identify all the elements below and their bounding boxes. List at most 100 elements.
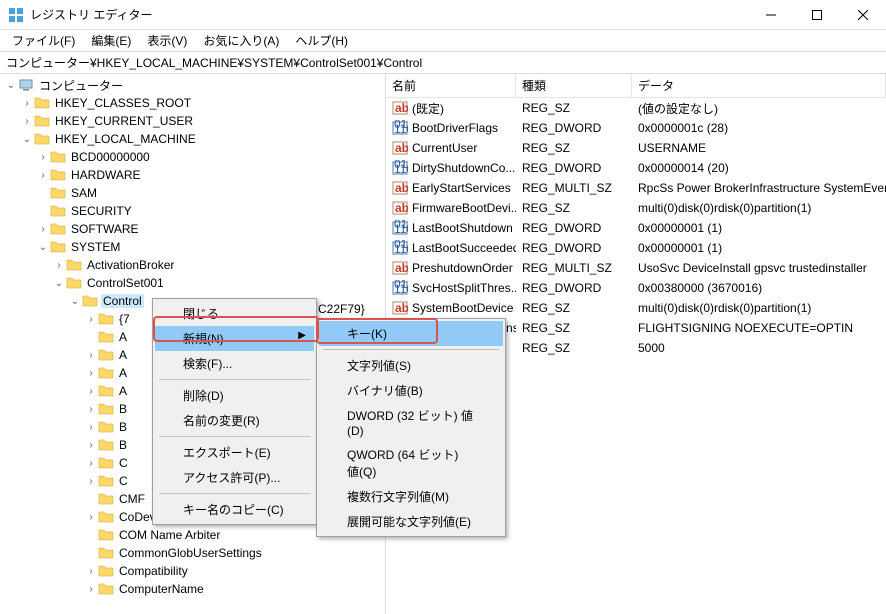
maximize-button[interactable] bbox=[794, 0, 840, 30]
ctx-item-close[interactable]: 閉じる bbox=[155, 301, 314, 326]
string-value-icon: ab bbox=[392, 100, 408, 116]
value-row[interactable]: abSystemBootDeviceREG_SZmulti(0)disk(0)r… bbox=[386, 298, 886, 318]
collapse-icon[interactable]: ⌄ bbox=[4, 80, 18, 91]
value-type: REG_SZ bbox=[516, 341, 632, 355]
collapse-icon[interactable]: ⌄ bbox=[20, 134, 34, 145]
tree-item-label: コンピューター bbox=[37, 77, 125, 94]
expand-icon[interactable]: › bbox=[84, 368, 98, 379]
tree-item[interactable]: ⌄ コンピューター bbox=[0, 76, 385, 94]
ctx-item-delete[interactable]: 削除(D) bbox=[155, 383, 314, 408]
expand-icon[interactable]: › bbox=[84, 458, 98, 469]
ctx-item-new-string[interactable]: 文字列値(S) bbox=[319, 353, 503, 378]
address-bar[interactable]: コンピューター¥HKEY_LOCAL_MACHINE¥SYSTEM¥Contro… bbox=[0, 52, 886, 74]
close-button[interactable] bbox=[840, 0, 886, 30]
expand-icon[interactable]: › bbox=[36, 170, 50, 181]
expand-icon[interactable]: › bbox=[84, 404, 98, 415]
ctx-item-export[interactable]: エクスポート(E) bbox=[155, 440, 314, 465]
tree-item-label: C bbox=[117, 474, 130, 488]
tree-item[interactable]: ›BCD00000000 bbox=[0, 148, 385, 166]
ctx-item-new-dword[interactable]: DWORD (32 ビット) 値(D) bbox=[319, 403, 503, 442]
collapse-icon[interactable]: ⌄ bbox=[36, 242, 50, 253]
svg-text:110: 110 bbox=[394, 222, 408, 236]
ctx-item-new-binary[interactable]: バイナリ値(B) bbox=[319, 378, 503, 403]
tree-item-label: C bbox=[117, 456, 130, 470]
folder-icon bbox=[50, 221, 66, 237]
expand-icon[interactable]: › bbox=[84, 584, 98, 595]
value-type: REG_SZ bbox=[516, 301, 632, 315]
folder-icon bbox=[98, 383, 114, 399]
binary-value-icon: 011110 bbox=[392, 280, 408, 296]
tree-item[interactable]: ›HKEY_CLASSES_ROOT bbox=[0, 94, 385, 112]
expand-icon[interactable]: › bbox=[36, 224, 50, 235]
value-row[interactable]: ab(既定)REG_SZ(値の設定なし) bbox=[386, 98, 886, 118]
menu-favorites[interactable]: お気に入り(A) bbox=[195, 30, 287, 51]
expand-icon[interactable]: › bbox=[84, 422, 98, 433]
separator bbox=[159, 493, 310, 494]
ctx-item-copy-key-name[interactable]: キー名のコピー(C) bbox=[155, 497, 314, 522]
expand-icon[interactable]: › bbox=[52, 260, 66, 271]
context-menu: 閉じる 新規(N) ▶ 検索(F)... 削除(D) 名前の変更(R) エクスポ… bbox=[152, 298, 317, 525]
column-type[interactable]: 種類 bbox=[516, 74, 632, 97]
value-type: REG_SZ bbox=[516, 321, 632, 335]
column-name[interactable]: 名前 bbox=[386, 74, 516, 97]
folder-icon bbox=[98, 347, 114, 363]
expand-icon[interactable]: › bbox=[84, 512, 98, 523]
menu-help[interactable]: ヘルプ(H) bbox=[287, 30, 356, 51]
value-row[interactable]: 011110SvcHostSplitThres...REG_DWORD0x003… bbox=[386, 278, 886, 298]
tree-item[interactable]: ›Compatibility bbox=[0, 562, 385, 580]
expand-icon[interactable]: › bbox=[84, 386, 98, 397]
expand-icon[interactable]: › bbox=[84, 440, 98, 451]
ctx-item-new-key[interactable]: キー(K) bbox=[319, 321, 503, 346]
tree-item[interactable]: ›SOFTWARE bbox=[0, 220, 385, 238]
collapse-icon[interactable]: ⌄ bbox=[52, 278, 66, 289]
collapse-icon[interactable]: ⌄ bbox=[68, 296, 82, 307]
ctx-item-new-expand[interactable]: 展開可能な文字列値(E) bbox=[319, 509, 503, 534]
expand-icon[interactable]: › bbox=[20, 116, 34, 127]
menubar: ファイル(F) 編集(E) 表示(V) お気に入り(A) ヘルプ(H) bbox=[0, 30, 886, 52]
separator bbox=[159, 379, 310, 380]
value-name: EarlyStartServices bbox=[412, 181, 511, 195]
value-row[interactable]: abCurrentUserREG_SZUSERNAME bbox=[386, 138, 886, 158]
expand-icon[interactable]: › bbox=[36, 152, 50, 163]
tree-item[interactable]: ⌄HKEY_LOCAL_MACHINE bbox=[0, 130, 385, 148]
expand-icon[interactable]: › bbox=[84, 566, 98, 577]
expand-icon[interactable]: › bbox=[20, 98, 34, 109]
menu-view[interactable]: 表示(V) bbox=[139, 30, 195, 51]
svg-text:ab: ab bbox=[395, 141, 408, 155]
ctx-item-new-qword[interactable]: QWORD (64 ビット) 値(Q) bbox=[319, 442, 503, 484]
tree-item[interactable]: SAM bbox=[0, 184, 385, 202]
ctx-item-find[interactable]: 検索(F)... bbox=[155, 351, 314, 376]
value-row[interactable]: 011110LastBootShutdownREG_DWORD0x0000000… bbox=[386, 218, 886, 238]
tree-item-label: B bbox=[117, 438, 129, 452]
value-row[interactable]: 011110DirtyShutdownCo...REG_DWORD0x00000… bbox=[386, 158, 886, 178]
folder-icon bbox=[34, 95, 50, 111]
svg-text:ab: ab bbox=[395, 101, 408, 115]
tree-item[interactable]: ›ComputerName bbox=[0, 580, 385, 598]
tree-item[interactable]: SECURITY bbox=[0, 202, 385, 220]
ctx-item-permissions[interactable]: アクセス許可(P)... bbox=[155, 465, 314, 490]
expand-icon[interactable]: › bbox=[84, 314, 98, 325]
ctx-item-new[interactable]: 新規(N) ▶ bbox=[155, 326, 314, 351]
value-row[interactable]: abFirmwareBootDevi...REG_SZmulti(0)disk(… bbox=[386, 198, 886, 218]
value-row[interactable]: abEarlyStartServicesREG_MULTI_SZRpcSs Po… bbox=[386, 178, 886, 198]
expand-icon[interactable]: › bbox=[84, 350, 98, 361]
tree-item[interactable]: ⌄SYSTEM bbox=[0, 238, 385, 256]
menu-edit[interactable]: 編集(E) bbox=[83, 30, 139, 51]
tree-item[interactable]: ›HKEY_CURRENT_USER bbox=[0, 112, 385, 130]
tree-item[interactable]: CommonGlobUserSettings bbox=[0, 544, 385, 562]
minimize-button[interactable] bbox=[748, 0, 794, 30]
folder-icon bbox=[98, 329, 114, 345]
value-row[interactable]: 011110LastBootSucceededREG_DWORD0x000000… bbox=[386, 238, 886, 258]
tree-item-label: ControlSet001 bbox=[85, 276, 166, 290]
ctx-item-new-multi[interactable]: 複数行文字列値(M) bbox=[319, 484, 503, 509]
tree-item[interactable]: ⌄ ControlSet001 bbox=[0, 274, 385, 292]
column-data[interactable]: データ bbox=[632, 74, 886, 97]
expand-icon[interactable]: › bbox=[84, 476, 98, 487]
ctx-item-rename[interactable]: 名前の変更(R) bbox=[155, 408, 314, 433]
tree-item[interactable]: ›ActivationBroker bbox=[0, 256, 385, 274]
value-data: (値の設定なし) bbox=[632, 100, 886, 117]
tree-item[interactable]: ›HARDWARE bbox=[0, 166, 385, 184]
value-row[interactable]: 011110BootDriverFlagsREG_DWORD0x0000001c… bbox=[386, 118, 886, 138]
value-row[interactable]: abPreshutdownOrderREG_MULTI_SZUsoSvc Dev… bbox=[386, 258, 886, 278]
menu-file[interactable]: ファイル(F) bbox=[4, 30, 83, 51]
